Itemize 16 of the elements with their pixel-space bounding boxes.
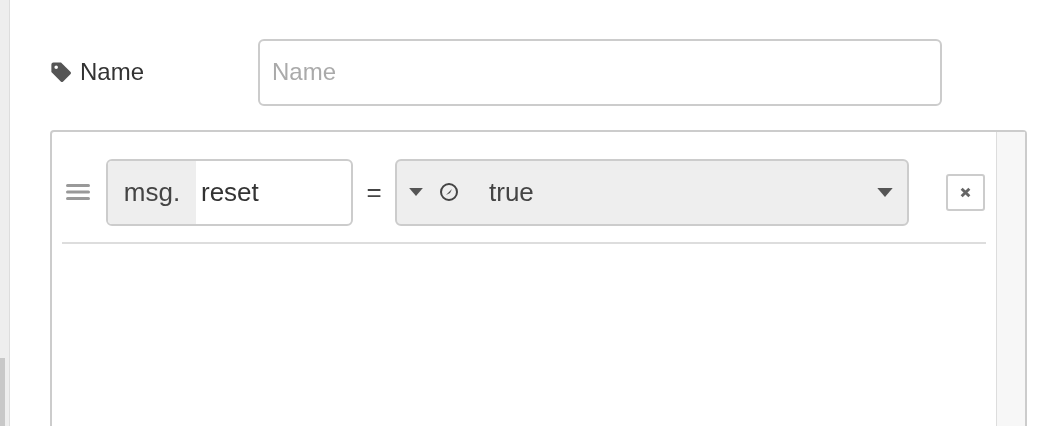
delete-button[interactable]	[946, 173, 985, 211]
value-text: true	[489, 176, 535, 208]
operator: =	[365, 176, 383, 208]
caret-icon	[409, 188, 423, 196]
name-label: Name	[80, 58, 145, 86]
name-field[interactable]: Name	[258, 38, 942, 106]
close-icon	[960, 186, 971, 198]
tag-icon	[50, 61, 72, 83]
caret-icon	[877, 187, 893, 197]
property-type-prefix[interactable]: msg.	[108, 160, 196, 224]
dial-icon	[439, 182, 459, 202]
scrollbar-thumb[interactable]	[0, 358, 5, 426]
drag-handle-icon[interactable]	[66, 183, 90, 201]
value-select[interactable]: true	[395, 158, 909, 226]
property-field[interactable]: msg. reset	[106, 158, 353, 226]
property-value: reset	[200, 175, 259, 209]
